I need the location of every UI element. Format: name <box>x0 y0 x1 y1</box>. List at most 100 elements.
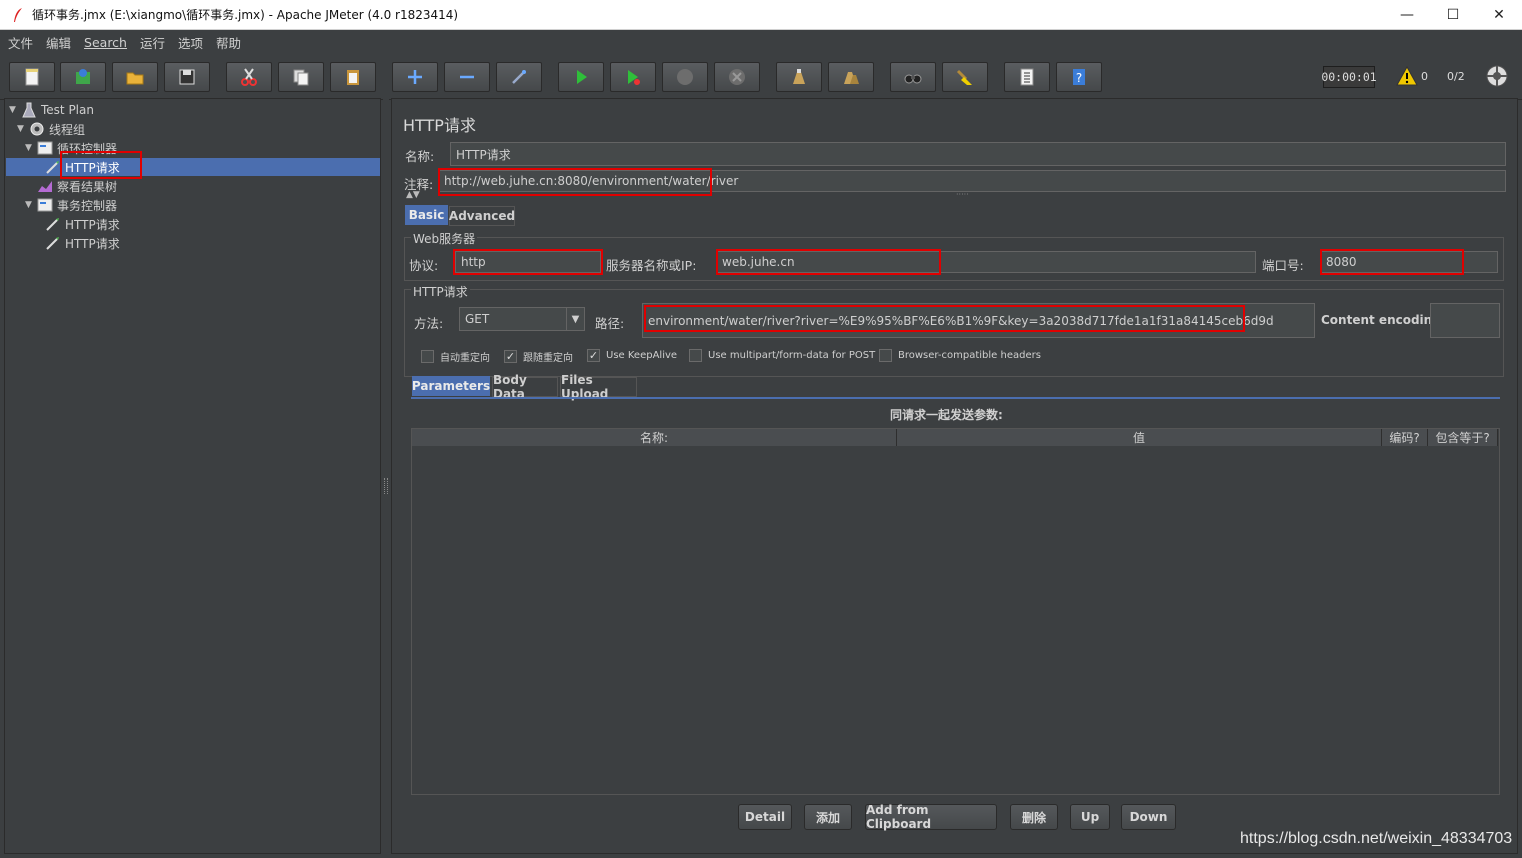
method-label: 方法: <box>414 316 444 331</box>
column-header-include-equals[interactable]: 包含等于? <box>1428 429 1498 446</box>
menu-search[interactable]: Search <box>84 35 127 50</box>
checkbox-box[interactable] <box>689 349 702 362</box>
comment-field[interactable]: http://web.juhe.cn:8080/environment/wate… <box>438 170 1506 192</box>
column-header-value[interactable]: 值 <box>897 429 1382 446</box>
auto-redirect-checkbox[interactable]: 自动重定向 <box>421 349 490 364</box>
open-button[interactable] <box>112 62 158 92</box>
tree-node-thread-group[interactable]: ▼ 线程组 <box>17 120 85 138</box>
shutdown-button[interactable] <box>714 62 760 92</box>
toggle-button[interactable] <box>496 62 542 92</box>
cut-button[interactable] <box>226 62 272 92</box>
function-helper-button[interactable] <box>1004 62 1050 92</box>
tree-node-http-request[interactable]: HTTP请求 <box>45 215 120 233</box>
name-field[interactable]: HTTP请求 <box>450 142 1506 166</box>
port-field[interactable]: 8080 <box>1320 251 1498 273</box>
follow-redirects-checkbox[interactable]: ✓ 跟随重定向 <box>504 349 573 364</box>
down-button[interactable]: Down <box>1121 804 1176 830</box>
collapse-arrows-icon[interactable]: ▲▼ <box>406 190 420 200</box>
expand-arrow-icon[interactable]: ▼ <box>9 105 21 115</box>
tab-body-data[interactable]: Body Data <box>492 373 558 401</box>
test-plan-icon <box>21 102 37 118</box>
dropdown-arrow-icon[interactable]: ▼ <box>566 308 584 330</box>
browser-headers-checkbox[interactable]: Browser-compatible headers <box>879 349 1041 362</box>
column-header-name[interactable]: 名称: <box>412 429 897 446</box>
tree-node-http-request[interactable]: HTTP请求 <box>45 234 120 252</box>
remote-globe-icon[interactable] <box>1485 64 1509 91</box>
menu-file[interactable]: 文件 <box>8 33 33 52</box>
content-encoding-label: Content encoding: <box>1321 313 1446 327</box>
new-icon <box>25 68 39 86</box>
protocol-field[interactable]: http <box>455 251 601 273</box>
expand-all-button[interactable] <box>392 62 438 92</box>
search-icon <box>904 74 922 84</box>
splitter-grip[interactable] <box>384 478 388 494</box>
tab-advanced[interactable]: Advanced <box>449 206 515 226</box>
path-field[interactable]: environment/water/river?river=%E9%95%BF%… <box>642 303 1315 338</box>
add-button[interactable]: 添加 <box>804 804 852 830</box>
templates-button[interactable] <box>60 62 106 92</box>
menu-run[interactable]: 运行 <box>140 33 165 52</box>
menu-edit[interactable]: 编辑 <box>46 33 71 52</box>
reset-search-button[interactable] <box>942 62 988 92</box>
method-select[interactable]: GET ▼ <box>459 307 585 331</box>
clear-all-icon <box>844 72 859 84</box>
clear-button[interactable] <box>776 62 822 92</box>
expand-arrow-icon[interactable]: ▼ <box>25 200 37 210</box>
tab-basic[interactable]: Basic <box>405 205 448 225</box>
controller-icon <box>37 197 53 213</box>
add-from-clipboard-button[interactable]: Add from Clipboard <box>865 803 997 831</box>
checkbox-box[interactable] <box>879 349 892 362</box>
collapse-all-button[interactable] <box>444 62 490 92</box>
server-field[interactable]: web.juhe.cn <box>716 251 1256 273</box>
stop-button[interactable] <box>662 62 708 92</box>
delete-button[interactable]: 删除 <box>1010 804 1058 830</box>
maximize-button[interactable]: ☐ <box>1430 0 1476 30</box>
clear-all-button[interactable] <box>828 62 874 92</box>
tree-node-loop-controller[interactable]: ▼ 循环控制器 <box>25 139 117 157</box>
parameters-table[interactable] <box>411 428 1500 795</box>
content-encoding-field[interactable] <box>1430 303 1500 338</box>
menu-options[interactable]: 选项 <box>178 33 203 52</box>
checkmark-icon[interactable]: ✓ <box>504 350 517 363</box>
jmeter-feather-icon <box>10 7 26 23</box>
panel-title: HTTP请求 <box>403 116 476 135</box>
tab-parameters[interactable]: Parameters <box>412 376 490 396</box>
paste-icon <box>347 70 359 85</box>
checkbox-box[interactable] <box>421 350 434 363</box>
start-no-pauses-button[interactable] <box>610 62 656 92</box>
stop-icon <box>677 69 693 85</box>
protocol-label: 协议: <box>409 258 439 273</box>
column-header-encode[interactable]: 编码? <box>1382 429 1428 446</box>
name-label: 名称: <box>405 149 435 164</box>
test-plan-tree: ▼ Test Plan ▼ 线程组 ▼ 循环控制器 HTTP请求 察看结果树 ▼… <box>4 98 381 854</box>
tab-files-upload[interactable]: Files Upload <box>560 373 637 401</box>
multipart-checkbox[interactable]: Use multipart/form-data for POST <box>689 349 875 362</box>
copy-button[interactable] <box>278 62 324 92</box>
tree-node-http-request-selected[interactable]: HTTP请求 <box>45 158 120 176</box>
start-no-pause-icon <box>628 70 640 85</box>
save-button[interactable] <box>164 62 210 92</box>
expand-arrow-icon[interactable]: ▼ <box>25 143 37 153</box>
detail-button[interactable]: Detail <box>738 804 792 830</box>
resize-grip-icon[interactable]: ····· <box>956 190 969 199</box>
new-button[interactable] <box>9 62 55 92</box>
help-button[interactable]: ? <box>1056 62 1102 92</box>
warning-icon[interactable] <box>1396 65 1418 89</box>
search-button[interactable] <box>890 62 936 92</box>
save-icon <box>179 69 195 85</box>
close-button[interactable]: ✕ <box>1476 0 1522 30</box>
checkmark-icon[interactable]: ✓ <box>587 349 600 362</box>
expand-arrow-icon[interactable]: ▼ <box>17 124 29 134</box>
server-label: 服务器名称或IP: <box>606 258 697 273</box>
start-button[interactable] <box>558 62 604 92</box>
keepalive-checkbox[interactable]: ✓ Use KeepAlive <box>587 349 677 362</box>
paste-button[interactable] <box>330 62 376 92</box>
menu-help[interactable]: 帮助 <box>216 33 241 52</box>
tree-node-test-plan[interactable]: ▼ Test Plan <box>9 101 94 119</box>
tree-node-view-results-tree[interactable]: 察看结果树 <box>37 177 117 195</box>
tree-node-transaction-controller[interactable]: ▼ 事务控制器 <box>25 196 117 214</box>
minimize-button[interactable]: — <box>1384 0 1430 30</box>
params-caption: 同请求一起发送参数: <box>890 408 1003 422</box>
panel-splitter[interactable] <box>383 98 389 854</box>
up-button[interactable]: Up <box>1070 804 1110 830</box>
